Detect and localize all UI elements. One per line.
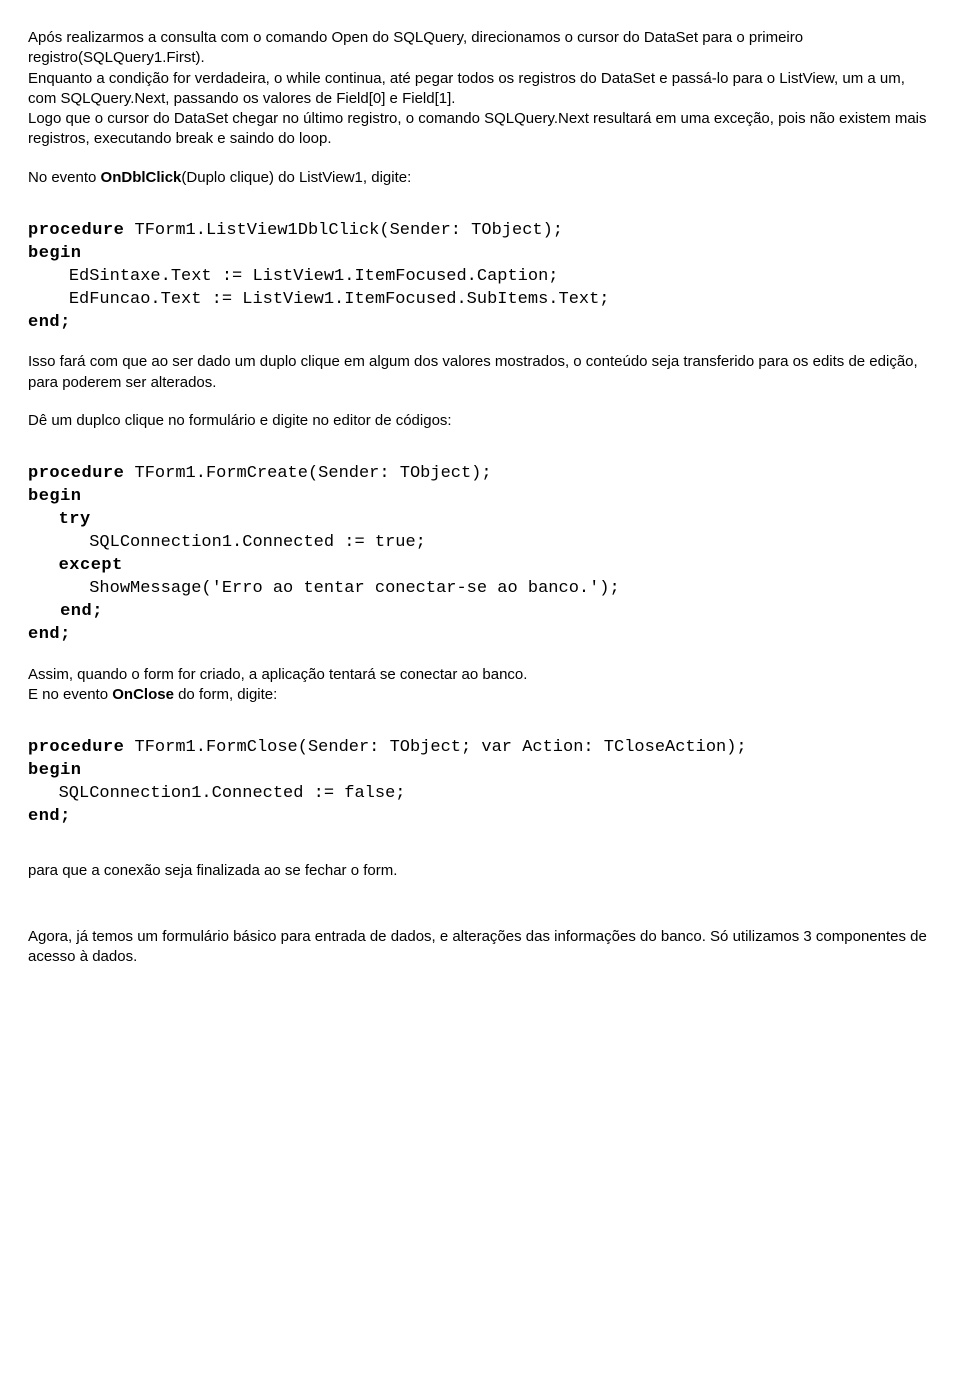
code-text: SQLConnection1.Connected := false; (28, 784, 405, 803)
code-text: EdSintaxe.Text := ListView1.ItemFocused.… (28, 267, 559, 286)
bold-ondblclick: OnDblClick (101, 169, 182, 186)
keyword-end: end; (28, 313, 71, 332)
text: do form, digite: (174, 686, 277, 703)
keyword-end: end; (28, 625, 71, 644)
keyword-begin: begin (28, 244, 82, 263)
code-text: TForm1.ListView1DblClick(Sender: TObject… (124, 221, 563, 240)
text: Após realizarmos a consulta com o comand… (28, 29, 803, 66)
paragraph-8: para que a conexão seja finalizada ao se… (28, 861, 932, 881)
text: Logo que o cursor do DataSet chegar no ú… (28, 110, 927, 147)
code-block-2: procedure TForm1.FormCreate(Sender: TObj… (28, 463, 932, 647)
text: (Duplo clique) do ListView1, digite: (181, 169, 411, 186)
paragraph-1: Após realizarmos a consulta com o comand… (28, 28, 932, 150)
code-block-1: procedure TForm1.ListView1DblClick(Sende… (28, 220, 932, 335)
keyword-procedure: procedure (28, 221, 124, 240)
text: Assim, quando o form for criado, a aplic… (28, 666, 527, 683)
paragraph-7: Assim, quando o form for criado, a aplic… (28, 665, 932, 706)
paragraph-5: Isso fará com que ao ser dado um duplo c… (28, 352, 932, 393)
keyword-procedure: procedure (28, 464, 124, 483)
code-text: SQLConnection1.Connected := true; (28, 533, 426, 552)
text: No evento (28, 169, 101, 186)
bold-onclose: OnClose (112, 686, 174, 703)
text: E no evento (28, 686, 112, 703)
keyword-try: try (59, 510, 91, 529)
paragraph-9: Agora, já temos um formulário básico par… (28, 927, 932, 968)
code-text: TForm1.FormClose(Sender: TObject; var Ac… (124, 738, 746, 757)
code-block-3: procedure TForm1.FormClose(Sender: TObje… (28, 737, 932, 829)
paragraph-4: No evento OnDblClick(Duplo clique) do Li… (28, 168, 932, 188)
code-text: ShowMessage('Erro ao tentar conectar-se … (28, 579, 620, 598)
text: Enquanto a condição for verdadeira, o wh… (28, 70, 905, 107)
keyword-end: end; (28, 807, 71, 826)
keyword-procedure: procedure (28, 738, 124, 757)
keyword-except: except (59, 556, 123, 575)
code-text: EdFuncao.Text := ListView1.ItemFocused.S… (28, 290, 610, 309)
keyword-begin: begin (28, 761, 82, 780)
keyword-end-inner: end; (28, 602, 103, 621)
paragraph-6: Dê um duplco clique no formulário e digi… (28, 411, 932, 431)
code-text: TForm1.FormCreate(Sender: TObject); (124, 464, 491, 483)
keyword-begin: begin (28, 487, 82, 506)
